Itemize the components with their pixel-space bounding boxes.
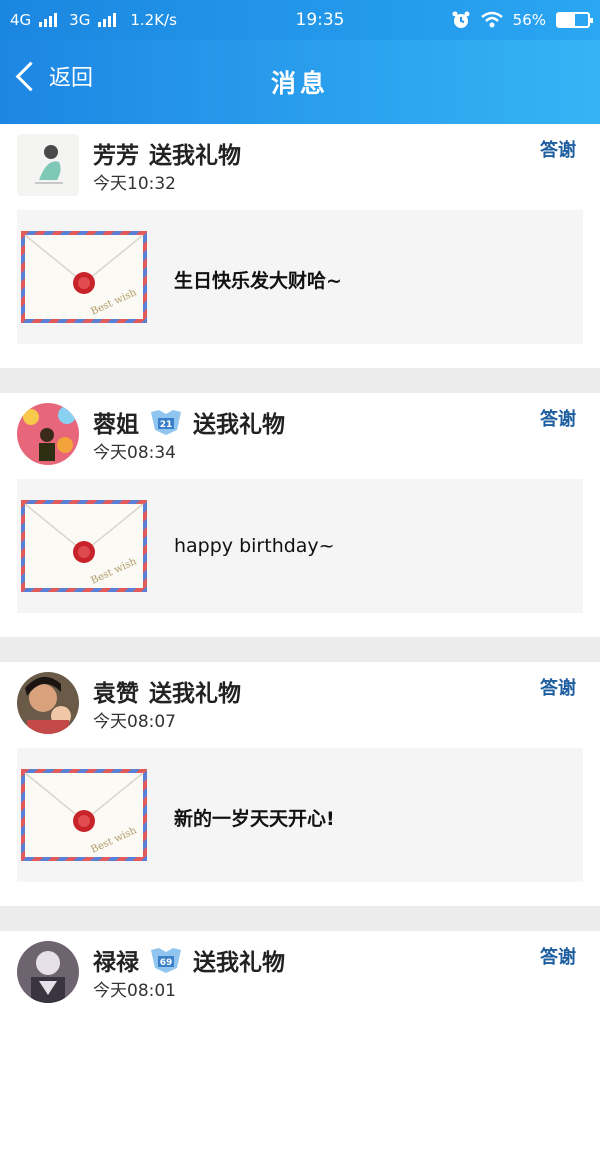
message-time: 今天08:07	[93, 712, 176, 732]
network-4g-label: 4G	[10, 11, 32, 29]
vip-level: 21	[160, 420, 173, 430]
avatar[interactable]	[17, 403, 79, 465]
message-card: 禄禄 69 送我礼物 今天08:01 答谢	[0, 931, 600, 1175]
avatar[interactable]	[17, 941, 79, 1003]
page-title: 消息	[270, 69, 329, 98]
message-feed[interactable]: 芳芳 送我礼物 今天10:32 答谢 Best wish 生日快乐发大财哈~ 蓉…	[0, 124, 600, 1175]
avatar[interactable]	[17, 134, 79, 196]
message-card: 芳芳 送我礼物 今天10:32 答谢 Best wish 生日快乐发大财哈~	[0, 124, 600, 368]
envelope-icon: Best wish	[21, 769, 147, 861]
battery-percent: 56%	[512, 11, 546, 29]
status-bar: 4G 3G 1.2K/s 19:35 56%	[0, 0, 600, 40]
thanks-button[interactable]: 答谢	[540, 943, 576, 969]
avatar[interactable]	[17, 672, 79, 734]
message-time: 今天08:01	[93, 981, 176, 1001]
sender-name[interactable]: 蓉姐	[93, 405, 139, 439]
gift-message-text: happy birthday~	[174, 535, 335, 557]
card-divider	[0, 368, 600, 393]
gift-message-box[interactable]: Best wish 生日快乐发大财哈~	[17, 210, 583, 344]
network-3g-label: 3G	[69, 11, 91, 29]
gift-message-text: 生日快乐发大财哈~	[174, 270, 342, 292]
gift-message-box[interactable]: Best wish happy birthday~	[17, 479, 583, 613]
signal-icon	[39, 13, 58, 27]
message-card: 袁赞 送我礼物 今天08:07 答谢 Best wish 新的一岁天天开心!	[0, 662, 600, 906]
message-time: 今天08:34	[93, 443, 176, 463]
vip-badge-icon: 69	[149, 946, 183, 974]
gift-message-text: 新的一岁天天开心!	[174, 808, 335, 830]
envelope-icon: Best wish	[21, 500, 147, 592]
gift-action-text: 送我礼物	[149, 681, 241, 707]
gift-action-text: 送我礼物	[193, 950, 285, 976]
sender-name[interactable]: 芳芳	[93, 136, 139, 170]
gift-action-text: 送我礼物	[193, 412, 285, 438]
gift-action-text: 送我礼物	[149, 143, 241, 169]
message-card: 蓉姐 21 送我礼物 今天08:34 答谢 Best wish happy bi…	[0, 393, 600, 637]
thanks-button[interactable]: 答谢	[540, 136, 576, 162]
network-speed: 1.2K/s	[130, 11, 177, 29]
alarm-icon	[452, 11, 470, 28]
envelope-icon: Best wish	[21, 231, 147, 323]
sender-name[interactable]: 禄禄	[93, 943, 139, 977]
network-indicators: 4G 3G 1.2K/s	[10, 11, 250, 29]
app-header: 返回 消息	[0, 40, 600, 124]
signal-icon	[98, 13, 117, 27]
gift-message-box[interactable]: Best wish 新的一岁天天开心!	[17, 748, 583, 882]
battery-icon	[556, 12, 593, 28]
sender-name[interactable]: 袁赞	[93, 674, 139, 708]
thanks-button[interactable]: 答谢	[540, 674, 576, 700]
message-time: 今天10:32	[93, 174, 176, 194]
vip-badge-icon: 21	[149, 408, 183, 436]
clock: 19:35	[295, 10, 345, 30]
card-divider	[0, 906, 600, 931]
wifi-icon	[480, 11, 503, 28]
card-divider	[0, 637, 600, 662]
vip-level: 69	[160, 958, 173, 968]
thanks-button[interactable]: 答谢	[540, 405, 576, 431]
